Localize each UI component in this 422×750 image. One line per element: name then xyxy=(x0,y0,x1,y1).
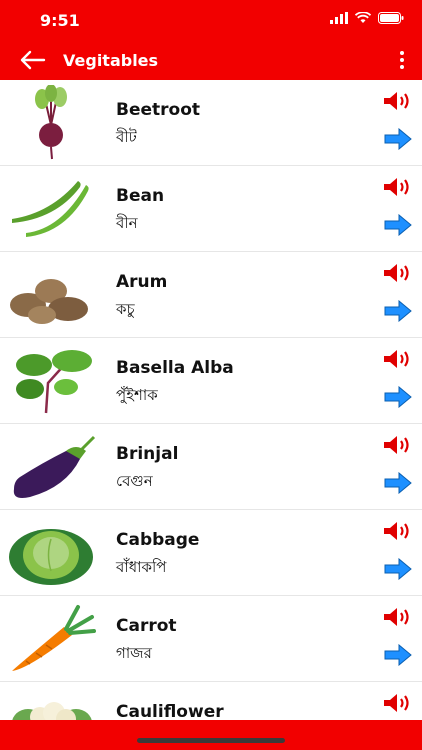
speaker-icon[interactable] xyxy=(382,176,412,198)
item-name: Beetroot xyxy=(116,100,201,120)
carrot-image xyxy=(12,605,96,671)
cauliflower-image xyxy=(12,702,92,720)
arum-image xyxy=(10,279,88,324)
vegetable-list: Beetroot বীট Bean বীন Arum কচু Basella A… xyxy=(0,80,422,720)
app-bar: Vegitables xyxy=(0,40,422,80)
next-arrow-icon[interactable] xyxy=(384,300,412,322)
bean-image xyxy=(12,181,89,237)
item-name: Carrot xyxy=(116,616,177,636)
speaker-icon[interactable] xyxy=(382,90,412,112)
speaker-icon[interactable] xyxy=(382,692,412,714)
list-item[interactable]: Basella Alba পুঁইশাক xyxy=(0,338,422,424)
item-name: Cauliflower xyxy=(116,702,224,720)
item-bengali: কচু xyxy=(116,300,135,318)
speaker-icon[interactable] xyxy=(382,434,412,456)
next-arrow-icon[interactable] xyxy=(384,644,412,666)
item-bengali: বীট xyxy=(116,128,137,146)
item-name: Bean xyxy=(116,186,165,206)
speaker-icon[interactable] xyxy=(382,348,412,370)
item-name: Basella Alba xyxy=(116,358,234,378)
signal-icon xyxy=(330,12,348,24)
beetroot-image xyxy=(35,85,67,160)
basella-alba-image xyxy=(16,350,92,414)
list-item[interactable]: Cauliflower xyxy=(0,682,422,720)
status-time: 9:51 xyxy=(40,11,80,30)
bottom-bar xyxy=(0,720,422,750)
speaker-icon[interactable] xyxy=(382,262,412,284)
next-arrow-icon[interactable] xyxy=(384,558,412,580)
item-bengali: বাঁধাকপি xyxy=(116,558,167,576)
item-name: Brinjal xyxy=(116,444,179,464)
cabbage-image xyxy=(9,529,93,585)
next-arrow-icon[interactable] xyxy=(384,128,412,150)
list-item[interactable]: Brinjal বেগুন xyxy=(0,424,422,510)
back-arrow-icon[interactable] xyxy=(20,50,46,70)
speaker-icon[interactable] xyxy=(382,606,412,628)
list-item[interactable]: Beetroot বীট xyxy=(0,80,422,166)
home-indicator[interactable] xyxy=(137,738,285,743)
list-item[interactable]: Arum কচু xyxy=(0,252,422,338)
item-name: Cabbage xyxy=(116,530,200,550)
item-bengali: বীন xyxy=(116,214,138,232)
item-name: Arum xyxy=(116,272,168,292)
next-arrow-icon[interactable] xyxy=(384,472,412,494)
page-title: Vegitables xyxy=(63,51,159,70)
next-arrow-icon[interactable] xyxy=(384,386,412,408)
more-vert-icon[interactable] xyxy=(398,50,406,70)
speaker-icon[interactable] xyxy=(382,520,412,542)
next-arrow-icon[interactable] xyxy=(384,214,412,236)
item-bengali: পুঁইশাক xyxy=(116,386,158,404)
list-item[interactable]: Carrot গাজর xyxy=(0,596,422,682)
status-bar: 9:51 xyxy=(0,0,422,40)
item-bengali: বেগুন xyxy=(116,472,153,490)
brinjal-image xyxy=(13,435,96,498)
wifi-icon xyxy=(355,12,371,23)
list-item[interactable]: Bean বীন xyxy=(0,166,422,252)
status-icons xyxy=(330,12,404,24)
item-bengali: গাজর xyxy=(116,644,152,662)
list-item[interactable]: Cabbage বাঁধাকপি xyxy=(0,510,422,596)
battery-icon xyxy=(378,12,404,24)
